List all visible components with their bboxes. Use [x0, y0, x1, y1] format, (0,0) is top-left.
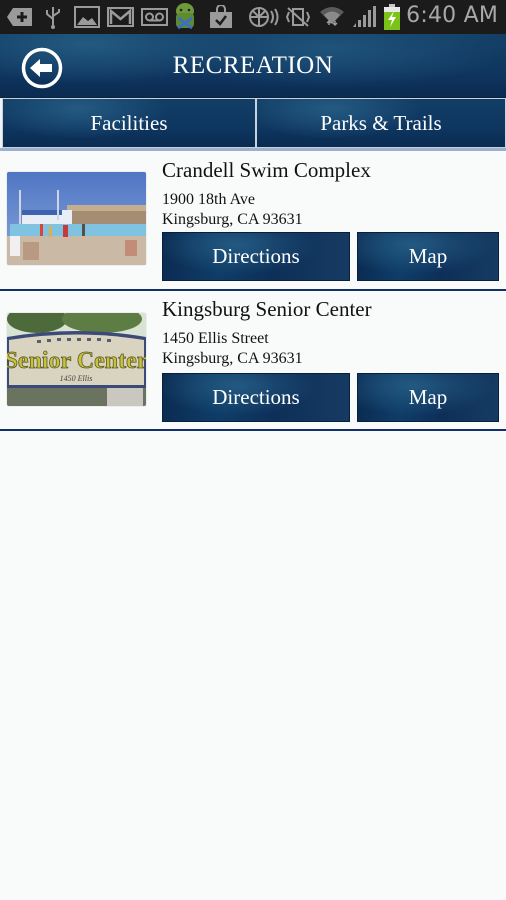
list-item: Senior Center 1450 Ellis Kingsburg Senio… [0, 291, 506, 431]
page-title: RECREATION [172, 52, 334, 79]
app-header: RECREATION [0, 34, 506, 98]
battery-charging-icon [383, 3, 401, 31]
wifi-icon [319, 5, 345, 29]
shopping-bag-check-icon [208, 5, 234, 29]
swimming-pool-photo[interactable] [7, 172, 146, 265]
android-icon [172, 2, 198, 32]
facility-address-line1: 1900 18th Ave [162, 191, 256, 208]
add-icon [6, 5, 34, 29]
directions-button[interactable]: Directions [162, 373, 350, 422]
directions-button[interactable]: Directions [162, 232, 350, 281]
tab-bar: Facilities Parks & Trails [0, 98, 506, 151]
sign-subtext: 1450 Ellis [60, 374, 93, 383]
signal-icon [351, 5, 377, 29]
senior-center-sign-photo[interactable]: Senior Center 1450 Ellis [7, 313, 146, 406]
usb-icon [44, 5, 62, 29]
tab-parks-trails[interactable]: Parks & Trails [256, 98, 506, 148]
vibrate-mute-icon [285, 5, 311, 29]
facility-list: Crandell Swim Complex 1900 18th Ave King… [0, 153, 506, 431]
clock: 6:40 AM [406, 3, 498, 28]
sign-text: Senior Center [7, 348, 146, 374]
tab-facilities[interactable]: Facilities [2, 98, 256, 148]
gmail-icon [107, 5, 134, 29]
map-button[interactable]: Map [357, 373, 499, 422]
voicemail-icon [141, 5, 168, 29]
facility-name: Kingsburg Senior Center [162, 297, 372, 321]
gallery-icon [74, 5, 100, 29]
nfc-icon [248, 5, 282, 29]
facility-name: Crandell Swim Complex [162, 158, 371, 182]
map-button[interactable]: Map [357, 232, 499, 281]
facility-address-line2: Kingsburg, CA 93631 [162, 350, 303, 367]
facility-address-line2: Kingsburg, CA 93631 [162, 211, 303, 228]
status-bar: 6:40 AM [0, 0, 506, 34]
list-item: Crandell Swim Complex 1900 18th Ave King… [0, 153, 506, 291]
facility-address-line1: 1450 Ellis Street [162, 330, 269, 347]
